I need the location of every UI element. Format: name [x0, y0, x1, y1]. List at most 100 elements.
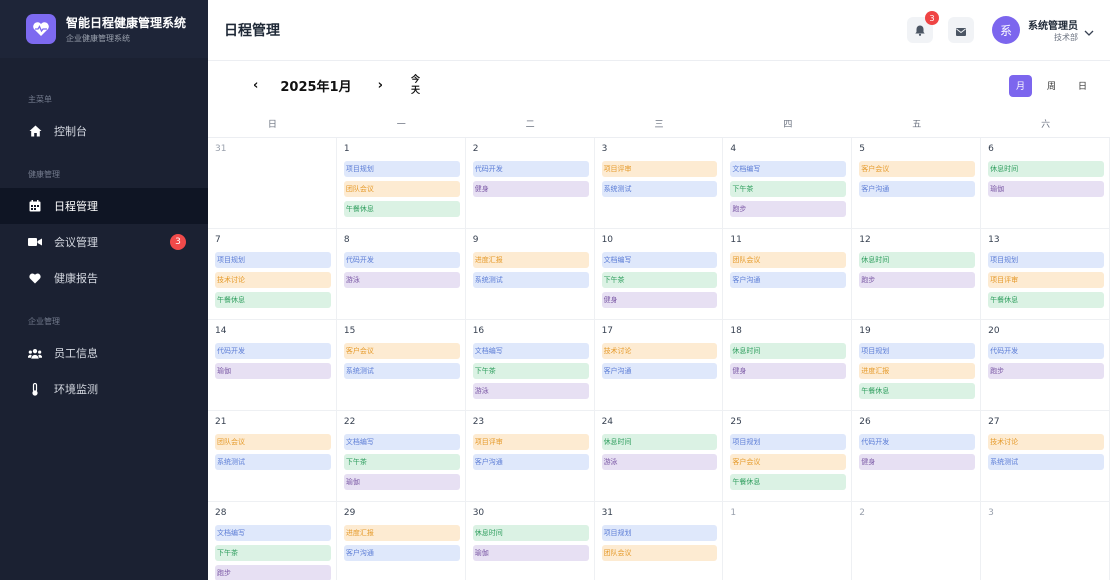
calendar-day-cell[interactable]: 1 项目规划 团队会议 午餐休息 — [336, 138, 466, 229]
calendar-event[interactable]: 代码开发 — [472, 161, 589, 177]
calendar-event[interactable]: 客户沟通 — [343, 545, 460, 561]
avatar[interactable]: 系 — [992, 16, 1020, 44]
calendar-event[interactable]: 游泳 — [343, 272, 460, 288]
calendar-day-cell[interactable]: 23 项目评审 客户沟通 — [465, 411, 595, 502]
calendar-day-cell[interactable]: 22 文档编写 下午茶 瑜伽 — [336, 411, 466, 502]
calendar-day-cell[interactable]: 17 技术讨论 客户沟通 — [594, 320, 724, 411]
calendar-event[interactable]: 项目规划 — [601, 525, 718, 541]
calendar-event[interactable]: 文档编写 — [601, 252, 718, 268]
calendar-event[interactable]: 团队会议 — [215, 434, 331, 450]
calendar-event[interactable]: 项目规划 — [215, 252, 331, 268]
calendar-event[interactable]: 客户会议 — [343, 343, 460, 359]
calendar-day-cell[interactable]: 19 项目规划 进度汇报 午餐休息 — [852, 320, 982, 411]
calendar-day-cell[interactable]: 4 文档编写 下午茶 跑步 — [723, 138, 853, 229]
calendar-event[interactable]: 游泳 — [472, 383, 589, 399]
calendar-event[interactable]: 下午茶 — [730, 181, 847, 197]
calendar-event[interactable]: 健身 — [472, 181, 589, 197]
calendar-event[interactable]: 客户会议 — [859, 161, 976, 177]
calendar-event[interactable]: 下午茶 — [601, 272, 718, 288]
calendar-event[interactable]: 团队会议 — [343, 181, 460, 197]
calendar-event[interactable]: 技术讨论 — [601, 343, 718, 359]
calendar-day-cell[interactable]: 25 项目规划 客户会议 午餐休息 — [723, 411, 853, 502]
calendar-event[interactable]: 文档编写 — [730, 161, 847, 177]
calendar-event[interactable]: 休息时间 — [601, 434, 718, 450]
calendar-event[interactable]: 系统测试 — [215, 454, 331, 470]
calendar-event[interactable]: 休息时间 — [988, 161, 1104, 177]
calendar-event[interactable]: 休息时间 — [472, 525, 589, 541]
calendar-event[interactable]: 午餐休息 — [859, 383, 976, 399]
message-button[interactable] — [948, 17, 974, 43]
calendar-event[interactable]: 系统测试 — [988, 454, 1104, 470]
calendar-event[interactable]: 下午茶 — [472, 363, 589, 379]
calendar-event[interactable]: 团队会议 — [601, 545, 718, 561]
sidebar-item-health-report[interactable]: 健康报告 — [0, 260, 208, 296]
calendar-day-cell[interactable]: 18 休息时间 健身 — [723, 320, 853, 411]
calendar-day-cell[interactable]: 1 — [723, 502, 853, 580]
calendar-event[interactable]: 客户沟通 — [472, 454, 589, 470]
calendar-event[interactable]: 文档编写 — [472, 343, 589, 359]
sidebar-item-employees[interactable]: 员工信息 — [0, 335, 208, 371]
calendar-day-cell[interactable]: 16 文档编写 下午茶 游泳 — [465, 320, 595, 411]
calendar-event[interactable]: 休息时间 — [859, 252, 976, 268]
calendar-day-cell[interactable]: 30 休息时间 瑜伽 — [466, 502, 595, 580]
calendar-day-cell[interactable]: 9 进度汇报 系统测试 — [465, 229, 595, 320]
calendar-event[interactable]: 项目评审 — [601, 161, 718, 177]
calendar-event[interactable]: 进度汇报 — [859, 363, 976, 379]
calendar-event[interactable]: 代码开发 — [988, 343, 1104, 359]
calendar-event[interactable]: 瑜伽 — [472, 545, 589, 561]
calendar-event[interactable]: 项目规划 — [859, 343, 976, 359]
calendar-day-cell[interactable]: 2 代码开发 健身 — [465, 138, 595, 229]
calendar-event[interactable]: 代码开发 — [859, 434, 976, 450]
calendar-day-cell[interactable]: 14 代码开发 瑜伽 — [208, 320, 337, 411]
view-month-button[interactable]: 月 — [1009, 74, 1032, 97]
calendar-day-cell[interactable]: 24 休息时间 游泳 — [594, 411, 724, 502]
calendar-event[interactable]: 下午茶 — [215, 545, 331, 561]
calendar-event[interactable]: 健身 — [601, 292, 718, 308]
calendar-event[interactable]: 文档编写 — [215, 525, 331, 541]
calendar-event[interactable]: 进度汇报 — [343, 525, 460, 541]
sidebar-item-schedule[interactable]: 日程管理 — [0, 188, 208, 224]
calendar-event[interactable]: 系统测试 — [472, 272, 589, 288]
calendar-event[interactable]: 午餐休息 — [730, 474, 847, 490]
calendar-event[interactable]: 休息时间 — [730, 343, 847, 359]
calendar-event[interactable]: 客户沟通 — [601, 363, 718, 379]
calendar-event[interactable]: 午餐休息 — [215, 292, 331, 308]
today-button[interactable]: 今天 — [411, 75, 421, 97]
calendar-day-cell[interactable]: 15 客户会议 系统测试 — [336, 320, 466, 411]
calendar-event[interactable]: 文档编写 — [343, 434, 460, 450]
calendar-event[interactable]: 健身 — [730, 363, 847, 379]
calendar-day-cell[interactable]: 2 — [852, 502, 982, 580]
calendar-day-cell[interactable]: 26 代码开发 健身 — [852, 411, 982, 502]
calendar-day-cell[interactable]: 21 团队会议 系统测试 — [208, 411, 337, 502]
calendar-day-cell[interactable]: 20 代码开发 跑步 — [981, 320, 1110, 411]
calendar-event[interactable]: 瑜伽 — [988, 181, 1104, 197]
calendar-day-cell[interactable]: 12 休息时间 跑步 — [852, 229, 982, 320]
calendar-event[interactable]: 技术讨论 — [215, 272, 331, 288]
calendar-day-cell[interactable]: 6 休息时间 瑜伽 — [981, 138, 1110, 229]
sidebar-item-meetings[interactable]: 会议管理 3 — [0, 224, 208, 260]
calendar-event[interactable]: 下午茶 — [343, 454, 460, 470]
calendar-event[interactable]: 进度汇报 — [472, 252, 589, 268]
calendar-event[interactable]: 项目规划 — [988, 252, 1104, 268]
calendar-day-cell[interactable]: 13 项目规划 项目评审 午餐休息 — [981, 229, 1110, 320]
calendar-event[interactable]: 游泳 — [601, 454, 718, 470]
calendar-event[interactable]: 项目规划 — [343, 161, 460, 177]
sidebar-item-dashboard[interactable]: 控制台 — [0, 113, 208, 149]
calendar-event[interactable]: 技术讨论 — [988, 434, 1104, 450]
calendar-event[interactable]: 瑜伽 — [343, 474, 460, 490]
calendar-day-cell[interactable]: 5 客户会议 客户沟通 — [852, 138, 982, 229]
calendar-event[interactable]: 跑步 — [215, 565, 331, 580]
calendar-event[interactable]: 午餐休息 — [343, 201, 460, 217]
calendar-day-cell[interactable]: 29 进度汇报 客户沟通 — [337, 502, 466, 580]
chevron-down-icon[interactable] — [1084, 21, 1094, 40]
calendar-event[interactable]: 客户沟通 — [730, 272, 847, 288]
calendar-day-cell[interactable]: 3 项目评审 系统测试 — [594, 138, 724, 229]
calendar-day-cell[interactable]: 11 团队会议 客户沟通 — [723, 229, 853, 320]
calendar-event[interactable]: 项目评审 — [988, 272, 1104, 288]
calendar-event[interactable]: 项目评审 — [472, 434, 589, 450]
calendar-event[interactable]: 客户沟通 — [859, 181, 976, 197]
calendar-day-cell[interactable]: 8 代码开发 游泳 — [336, 229, 466, 320]
sidebar-item-environment[interactable]: 环境监测 — [0, 371, 208, 407]
view-week-button[interactable]: 周 — [1040, 75, 1063, 97]
calendar-day-cell[interactable]: 7 项目规划 技术讨论 午餐休息 — [208, 229, 337, 320]
